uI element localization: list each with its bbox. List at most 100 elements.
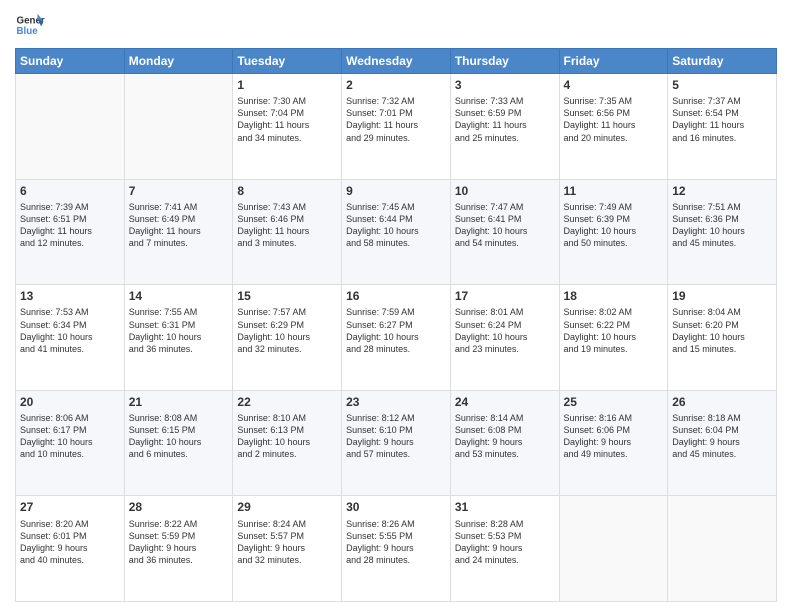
calendar-day-cell: [124, 74, 233, 180]
calendar-day-cell: 23 Sunrise: 8:12 AMSunset: 6:10 PMDayligh…: [342, 390, 451, 496]
calendar-week-row: 27 Sunrise: 8:20 AMSunset: 6:01 PMDayligh…: [16, 496, 777, 602]
day-number: 9: [346, 183, 446, 199]
calendar-day-cell: 28Sunrise: 8:22 AMSunset: 5:59 PMDayligh…: [124, 496, 233, 602]
day-number: 1: [237, 77, 337, 93]
weekday-header: Sunday: [16, 49, 125, 74]
calendar-day-cell: 12 Sunrise: 7:51 AMSunset: 6:36 PMDayligh…: [668, 179, 777, 285]
day-number: 13: [20, 288, 120, 304]
day-info: Sunrise: 8:14 AMSunset: 6:08 PMDaylight:…: [455, 412, 555, 461]
weekday-header: Friday: [559, 49, 668, 74]
day-number: 2: [346, 77, 446, 93]
day-number: 23: [346, 394, 446, 410]
calendar-day-cell: 6Sunrise: 7:39 AMSunset: 6:51 PMDaylight…: [16, 179, 125, 285]
day-info: Sunrise: 8:20 AMSunset: 6:01 PMDaylight:…: [20, 518, 120, 567]
calendar-day-cell: 22 Sunrise: 8:10 AMSunset: 6:13 PMDayligh…: [233, 390, 342, 496]
day-info: Sunrise: 7:59 AMSunset: 6:27 PMDaylight:…: [346, 306, 446, 355]
day-info: Sunrise: 8:26 AMSunset: 5:55 PMDaylight:…: [346, 518, 446, 567]
weekday-header: Wednesday: [342, 49, 451, 74]
day-number: 20: [20, 394, 120, 410]
day-number: 27: [20, 499, 120, 515]
calendar-day-cell: 13 Sunrise: 7:53 AMSunset: 6:34 PMDayligh…: [16, 285, 125, 391]
calendar-day-cell: 2 Sunrise: 7:32 AMSunset: 7:01 PMDaylight…: [342, 74, 451, 180]
day-info: Sunrise: 7:45 AMSunset: 6:44 PMDaylight:…: [346, 201, 446, 250]
weekday-header: Thursday: [450, 49, 559, 74]
calendar-day-cell: 4 Sunrise: 7:35 AMSunset: 6:56 PMDaylight…: [559, 74, 668, 180]
calendar-day-cell: 7Sunrise: 7:41 AMSunset: 6:49 PMDaylight…: [124, 179, 233, 285]
logo: General Blue: [15, 10, 45, 40]
day-number: 26: [672, 394, 772, 410]
day-info: Sunrise: 8:04 AMSunset: 6:20 PMDaylight:…: [672, 306, 772, 355]
day-number: 18: [564, 288, 664, 304]
calendar-day-cell: 19 Sunrise: 8:04 AMSunset: 6:20 PMDayligh…: [668, 285, 777, 391]
calendar-day-cell: 1 Sunrise: 7:30 AMSunset: 7:04 PMDaylight…: [233, 74, 342, 180]
day-number: 16: [346, 288, 446, 304]
weekday-header: Monday: [124, 49, 233, 74]
day-info: Sunrise: 8:01 AMSunset: 6:24 PMDaylight:…: [455, 306, 555, 355]
day-number: 14: [129, 288, 229, 304]
day-number: 22: [237, 394, 337, 410]
day-number: 7: [129, 183, 229, 199]
day-info: Sunrise: 8:16 AMSunset: 6:06 PMDaylight:…: [564, 412, 664, 461]
day-number: 12: [672, 183, 772, 199]
day-number: 21: [129, 394, 229, 410]
day-info: Sunrise: 7:49 AMSunset: 6:39 PMDaylight:…: [564, 201, 664, 250]
calendar-day-cell: 20 Sunrise: 8:06 AMSunset: 6:17 PMDayligh…: [16, 390, 125, 496]
day-number: 17: [455, 288, 555, 304]
weekday-header: Saturday: [668, 49, 777, 74]
calendar-day-cell: 17 Sunrise: 8:01 AMSunset: 6:24 PMDayligh…: [450, 285, 559, 391]
calendar-day-cell: 21 Sunrise: 8:08 AMSunset: 6:15 PMDayligh…: [124, 390, 233, 496]
svg-text:Blue: Blue: [17, 26, 39, 37]
day-info: Sunrise: 7:32 AMSunset: 7:01 PMDaylight:…: [346, 95, 446, 144]
calendar-day-cell: 18 Sunrise: 8:02 AMSunset: 6:22 PMDayligh…: [559, 285, 668, 391]
calendar-day-cell: 8Sunrise: 7:43 AMSunset: 6:46 PMDaylight…: [233, 179, 342, 285]
day-info: Sunrise: 8:08 AMSunset: 6:15 PMDaylight:…: [129, 412, 229, 461]
calendar-day-cell: 5 Sunrise: 7:37 AMSunset: 6:54 PMDaylight…: [668, 74, 777, 180]
weekday-header: Tuesday: [233, 49, 342, 74]
day-number: 15: [237, 288, 337, 304]
calendar-week-row: 13 Sunrise: 7:53 AMSunset: 6:34 PMDayligh…: [16, 285, 777, 391]
day-info: Sunrise: 8:12 AMSunset: 6:10 PMDaylight:…: [346, 412, 446, 461]
header: General Blue: [15, 10, 777, 40]
calendar-day-cell: 29 Sunrise: 8:24 AMSunset: 5:57 PMDayligh…: [233, 496, 342, 602]
calendar-day-cell: 10Sunrise: 7:47 AMSunset: 6:41 PMDayligh…: [450, 179, 559, 285]
calendar-day-cell: [559, 496, 668, 602]
day-number: 19: [672, 288, 772, 304]
day-info: Sunrise: 7:37 AMSunset: 6:54 PMDaylight:…: [672, 95, 772, 144]
day-number: 11: [564, 183, 664, 199]
day-number: 10: [455, 183, 555, 199]
calendar-table: SundayMondayTuesdayWednesdayThursdayFrid…: [15, 48, 777, 602]
calendar-day-cell: [16, 74, 125, 180]
calendar-day-cell: 15Sunrise: 7:57 AMSunset: 6:29 PMDayligh…: [233, 285, 342, 391]
calendar-day-cell: 11 Sunrise: 7:49 AMSunset: 6:39 PMDayligh…: [559, 179, 668, 285]
calendar-header-row: SundayMondayTuesdayWednesdayThursdayFrid…: [16, 49, 777, 74]
day-number: 29: [237, 499, 337, 515]
day-number: 24: [455, 394, 555, 410]
day-info: Sunrise: 7:55 AMSunset: 6:31 PMDaylight:…: [129, 306, 229, 355]
day-number: 5: [672, 77, 772, 93]
calendar-day-cell: 25 Sunrise: 8:16 AMSunset: 6:06 PMDayligh…: [559, 390, 668, 496]
day-info: Sunrise: 7:30 AMSunset: 7:04 PMDaylight:…: [237, 95, 337, 144]
day-number: 31: [455, 499, 555, 515]
day-info: Sunrise: 8:28 AMSunset: 5:53 PMDaylight:…: [455, 518, 555, 567]
calendar-day-cell: 14 Sunrise: 7:55 AMSunset: 6:31 PMDayligh…: [124, 285, 233, 391]
day-info: Sunrise: 7:53 AMSunset: 6:34 PMDaylight:…: [20, 306, 120, 355]
calendar-week-row: 1 Sunrise: 7:30 AMSunset: 7:04 PMDaylight…: [16, 74, 777, 180]
calendar-day-cell: 31 Sunrise: 8:28 AMSunset: 5:53 PMDayligh…: [450, 496, 559, 602]
day-info: Sunrise: 8:02 AMSunset: 6:22 PMDaylight:…: [564, 306, 664, 355]
calendar-week-row: 6Sunrise: 7:39 AMSunset: 6:51 PMDaylight…: [16, 179, 777, 285]
day-number: 3: [455, 77, 555, 93]
calendar-day-cell: [668, 496, 777, 602]
day-info: Sunrise: 7:43 AMSunset: 6:46 PMDaylight:…: [237, 201, 337, 250]
day-info: Sunrise: 8:06 AMSunset: 6:17 PMDaylight:…: [20, 412, 120, 461]
day-info: Sunrise: 7:35 AMSunset: 6:56 PMDaylight:…: [564, 95, 664, 144]
calendar-day-cell: 9 Sunrise: 7:45 AMSunset: 6:44 PMDaylight…: [342, 179, 451, 285]
day-number: 25: [564, 394, 664, 410]
day-info: Sunrise: 7:33 AMSunset: 6:59 PMDaylight:…: [455, 95, 555, 144]
day-info: Sunrise: 7:51 AMSunset: 6:36 PMDaylight:…: [672, 201, 772, 250]
day-number: 28: [129, 499, 229, 515]
day-number: 4: [564, 77, 664, 93]
day-info: Sunrise: 8:10 AMSunset: 6:13 PMDaylight:…: [237, 412, 337, 461]
day-number: 30: [346, 499, 446, 515]
logo-icon: General Blue: [15, 10, 45, 40]
day-info: Sunrise: 8:24 AMSunset: 5:57 PMDaylight:…: [237, 518, 337, 567]
